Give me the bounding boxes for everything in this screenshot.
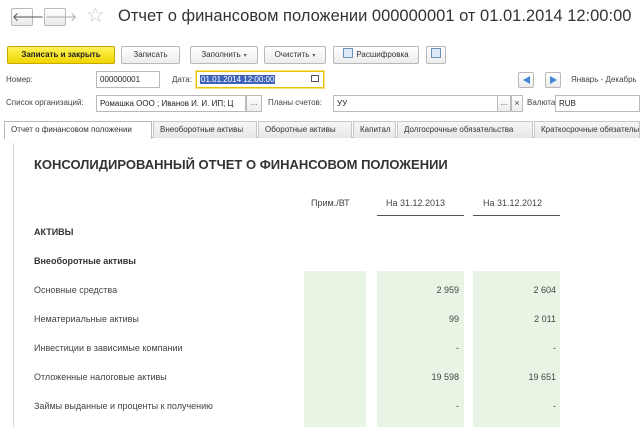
value-2012: - bbox=[553, 401, 556, 411]
breakdown-label: Расшифровка bbox=[356, 50, 409, 59]
value-2013: - bbox=[456, 401, 459, 411]
currency-field[interactable]: RUB bbox=[555, 95, 640, 112]
row-label: Инвестиции в зависимые компании bbox=[34, 343, 183, 353]
tab-label: Краткосрочные обязательства bbox=[541, 125, 639, 134]
tab-short-term-liabilities[interactable]: Краткосрочные обязательства bbox=[534, 121, 640, 138]
date-value: 01.01.2014 12:00:00 bbox=[200, 75, 276, 84]
header-underline bbox=[377, 215, 464, 216]
tab-label: Долгосрочные обязательства bbox=[404, 125, 514, 134]
row-label: Отложенные налоговые активы bbox=[34, 372, 167, 382]
header-underline bbox=[473, 215, 560, 216]
tab-long-term-liabilities[interactable]: Долгосрочные обязательства bbox=[397, 121, 533, 138]
close-icon: × bbox=[514, 98, 520, 108]
arrow-left-icon: 🡐 bbox=[12, 10, 45, 24]
save-button[interactable]: Записать bbox=[121, 46, 180, 64]
value-2012: - bbox=[553, 343, 556, 353]
save-and-close-button[interactable]: Записать и закрыть bbox=[7, 46, 115, 64]
value-2012: 2 604 bbox=[533, 285, 556, 295]
save-label: Записать bbox=[133, 50, 168, 59]
fill-label: Заполнить bbox=[201, 50, 241, 59]
subsection-noncurrent-assets: Внеоборотные активы bbox=[34, 256, 136, 266]
row-label: Нематериальные активы bbox=[34, 314, 139, 324]
forward-button[interactable]: 🡒 bbox=[44, 8, 77, 26]
period-prev-button[interactable] bbox=[518, 72, 534, 88]
value-2013: 19 598 bbox=[431, 372, 459, 382]
back-button[interactable]: 🡐 bbox=[11, 8, 44, 26]
accounts-label: Планы счетов: bbox=[268, 98, 323, 107]
arrow-right-icon: 🡒 bbox=[45, 10, 78, 24]
tab-label: Капитал bbox=[360, 125, 391, 134]
table-view-button[interactable] bbox=[426, 46, 446, 64]
report-title: КОНСОЛИДИРОВАННЫЙ ОТЧЕТ О ФИНАНСОВОМ ПОЛ… bbox=[34, 157, 448, 172]
tab-label: Оборотные активы bbox=[265, 125, 336, 134]
breakdown-button[interactable]: Расшифровка bbox=[333, 46, 419, 64]
breakdown-icon bbox=[343, 48, 354, 58]
organizations-label: Список организаций: bbox=[6, 98, 84, 107]
value-2012: 2 011 bbox=[534, 314, 556, 324]
section-assets: АКТИВЫ bbox=[34, 227, 74, 237]
organizations-field[interactable]: Ромашка ООО ; Иванов И. И. ИП; Ц bbox=[96, 95, 246, 112]
column-header-2012: На 31.12.2012 bbox=[483, 198, 543, 208]
accounts-field[interactable]: УУ bbox=[333, 95, 498, 112]
save-and-close-label: Записать и закрыть bbox=[21, 50, 101, 59]
accounts-clear-button[interactable]: × bbox=[511, 95, 523, 112]
chevron-down-icon: ▾ bbox=[312, 53, 316, 59]
window-title: Отчет о финансовом положении 000000001 о… bbox=[118, 7, 632, 25]
number-field[interactable]: 000000001 bbox=[96, 71, 160, 88]
tab-financial-position[interactable]: Отчет о финансовом положении bbox=[4, 121, 152, 139]
favorite-star-icon[interactable]: ☆ bbox=[86, 4, 105, 28]
currency-label: Валюта: bbox=[527, 98, 558, 107]
date-field[interactable]: 01.01.2014 12:00:00 bbox=[196, 71, 324, 88]
row-label: Основные средства bbox=[34, 285, 118, 295]
tab-current-assets[interactable]: Оборотные активы bbox=[258, 121, 352, 138]
value-2013: - bbox=[456, 343, 459, 353]
note-column-highlight bbox=[304, 271, 366, 427]
column-header-note: Прим./ВТ bbox=[311, 198, 350, 208]
tab-noncurrent-assets[interactable]: Внеоборотные активы bbox=[153, 121, 257, 138]
column-header-2013: На 31.12.2013 bbox=[386, 198, 446, 208]
arrow-right-icon bbox=[550, 76, 557, 84]
table-icon bbox=[431, 48, 441, 58]
tab-label: Внеоборотные активы bbox=[160, 125, 244, 134]
calendar-button[interactable] bbox=[307, 72, 323, 87]
tab-label: Отчет о финансовом положении bbox=[11, 125, 132, 134]
clear-button[interactable]: Очистить ▾ bbox=[264, 46, 326, 64]
organizations-select-button[interactable]: ... bbox=[246, 95, 262, 112]
date-label: Дата: bbox=[172, 75, 192, 84]
clear-label: Очистить bbox=[274, 50, 310, 59]
tab-bar: Отчет о финансовом положении Внеоборотны… bbox=[4, 121, 640, 139]
value-2013: 2 959 bbox=[436, 285, 459, 295]
fill-button[interactable]: Заполнить ▾ bbox=[190, 46, 258, 64]
arrow-left-icon bbox=[523, 76, 530, 84]
accounts-select-button[interactable]: ... bbox=[497, 95, 511, 112]
period-next-button[interactable] bbox=[545, 72, 561, 88]
chevron-down-icon: ▾ bbox=[243, 53, 247, 59]
calendar-icon bbox=[311, 75, 319, 82]
value-2013: 99 bbox=[448, 314, 459, 324]
number-label: Номер: bbox=[6, 75, 33, 84]
tab-capital[interactable]: Капитал bbox=[353, 121, 396, 138]
row-label: Займы выданные и проценты к получению bbox=[34, 401, 213, 411]
period-text: Январь - Декабрь bbox=[571, 75, 637, 84]
value-2012: 19 651 bbox=[528, 372, 556, 382]
